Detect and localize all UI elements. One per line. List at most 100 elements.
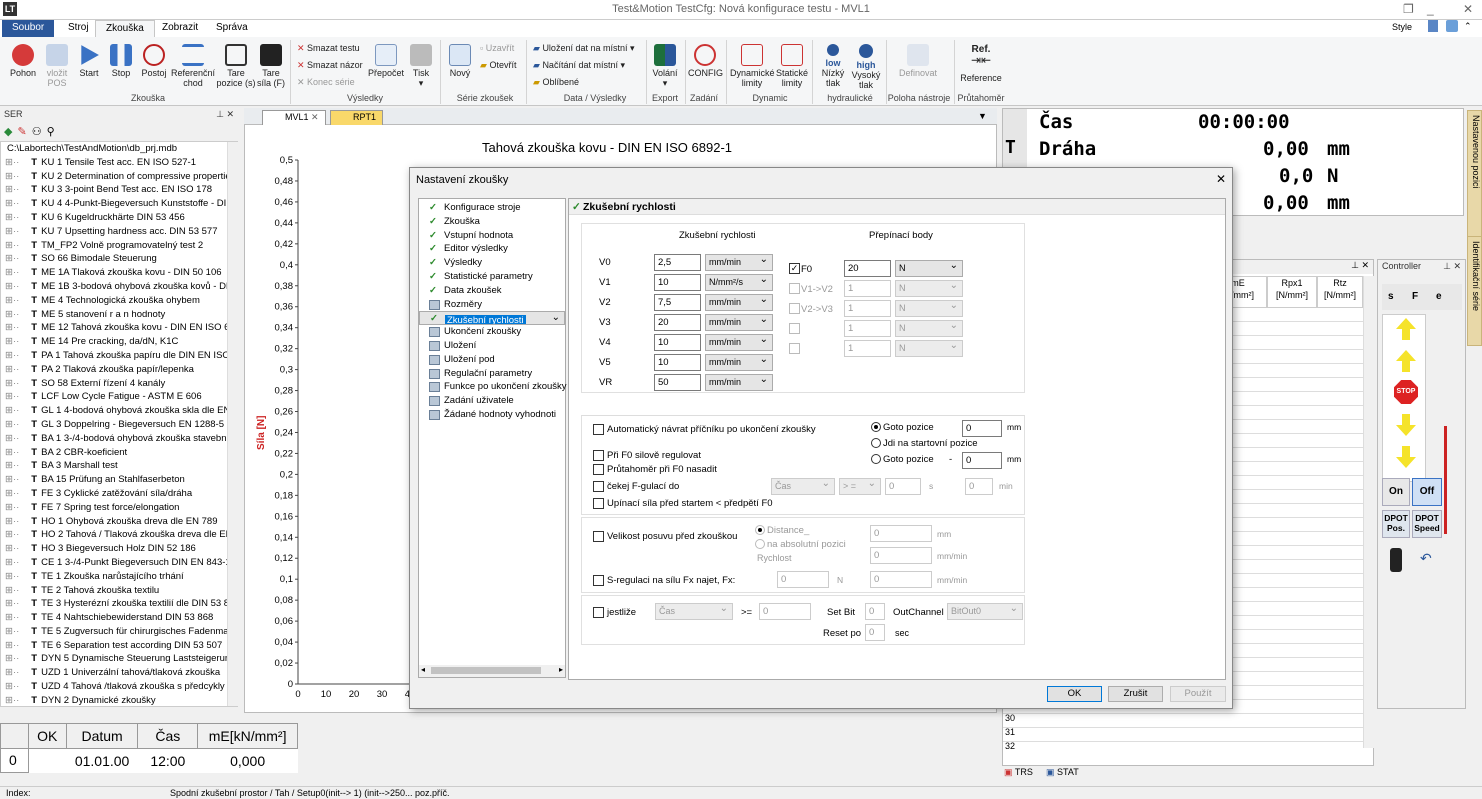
clamp-checkbox[interactable] [593,498,604,509]
apply-button[interactable]: Použít [1170,686,1226,702]
ser-tree-item[interactable]: ⊞·· T ME 12 Tahová zkouška kovu - DIN EN I… [1,321,237,335]
ser-tree-item[interactable]: ⊞·· T GL 1 4-bodová ohybová zkouška skla d… [1,404,237,418]
goto-radio-1[interactable] [871,422,881,432]
close-window-icon[interactable]: ✕ [1463,2,1473,16]
switch-checkbox[interactable] [789,343,800,354]
speed-input[interactable]: 10 [654,334,701,351]
ser-tree-item[interactable]: ⊞·· T ME 1B 3-bodová ohybová zkouška kovů … [1,280,237,294]
f0-reg-checkbox[interactable] [593,450,604,461]
tisk-button[interactable]: Tisk ▾ [408,44,434,88]
nav-item[interactable]: ✓ Data zkoušek [419,284,565,298]
nav-item[interactable]: Funkce po ukončení zkoušky [419,380,567,394]
sreg-checkbox[interactable] [593,575,604,586]
ser-tree-item[interactable]: ⊞·· T DYN 2 Dynamické zkoušky [1,694,237,706]
ser-scrollbar[interactable] [227,142,238,706]
ser-tree-item[interactable]: ⊞·· T KU 4 4-Punkt-Biegeversuch Kunststoff… [1,197,237,211]
minimize-icon[interactable]: _ [1427,2,1434,16]
help-icon[interactable] [1428,20,1438,32]
switch-input[interactable]: 1 [844,320,891,337]
ser-tree-item[interactable]: ⊞·· T HO 3 Biegeversuch Holz DIN 52 186 [1,542,237,556]
postoj-button[interactable]: Postoj [139,44,169,78]
smazat-nazor-button[interactable]: ✕ Smazat názor [297,60,363,71]
nav-item[interactable]: ✓ Zkušební rychlosti [419,311,565,326]
speed-input[interactable]: 10 [654,274,701,291]
on-button[interactable]: On [1382,478,1410,506]
ser-tree-item[interactable]: ⊞·· T TE 6 Separation test according DIN 5… [1,639,237,653]
ser-tree-item[interactable]: ⊞·· T SO 66 Bimodale Steuerung [1,252,237,266]
ser-tree-item[interactable]: ⊞·· T TE 5 Zugversuch für chirurgisches Fa… [1,625,237,639]
speed-unit-select[interactable]: mm/min [705,354,773,371]
distance-radio[interactable] [755,525,765,535]
goto-radio-2[interactable] [871,454,881,464]
ser-tree-item[interactable]: ⊞·· T TE 4 Nahtschiebewiderstand DIN 53 86… [1,611,237,625]
style-menu[interactable]: Style [1392,22,1412,32]
switch-checkbox[interactable] [789,303,800,314]
reference-button[interactable]: Ref. ⇥⇤ Reference [958,45,1004,84]
nav-item[interactable]: Uložení [419,339,565,353]
ser-tree-item[interactable]: ⊞·· T SO 58 Externí řízení 4 kanály [1,377,237,391]
nav-item[interactable]: ✓ Statistické parametry [419,270,565,284]
ser-tree-item[interactable]: ⊞·· T CE 1 3-/4-Punkt Biegeversuch DIN EN … [1,556,237,570]
switch-input[interactable]: 1 [844,280,891,297]
traffic-light-icon[interactable] [1390,548,1402,572]
ser-tree-item[interactable]: ⊞·· T TE 3 Hysterézní zkouška textilií dle… [1,597,237,611]
cancel-button[interactable]: Zrušit [1108,686,1163,702]
uzavrit-button[interactable]: ▫ Uzavřít [480,43,514,53]
ser-add-icon[interactable]: ◆ [4,126,17,138]
pretravel-speed-input[interactable]: 0 [870,547,932,564]
ser-users-icon[interactable]: ⚇ [32,126,47,138]
switch-unit-select[interactable]: N [895,280,963,297]
ser-search-icon[interactable]: ⚲ [47,126,60,138]
nav-item[interactable]: Žádané hodnoty vyhodnoti [419,408,565,422]
mode-f[interactable]: F [1412,291,1418,302]
doc-tab-menu-icon[interactable]: ▼ [978,111,987,121]
goto-input-2[interactable]: 0 [962,452,1002,469]
stop-button[interactable]: Stop [106,44,136,78]
ser-tree-item[interactable]: ⊞·· T HO 1 Ohybová zkouška dreva dle EN 78… [1,515,237,529]
nav-item[interactable]: ✓ Editor výsledky [419,242,565,256]
speed-unit-select[interactable]: mm/min [705,314,773,331]
dialog-close-icon[interactable]: ✕ [1216,172,1226,186]
auto-return-checkbox[interactable] [593,424,604,435]
ser-tree-item[interactable]: ⊞·· T PA 2 Tlaková zkouška papír/lepenka [1,363,237,377]
tab-stat[interactable]: ▣ STAT [1046,767,1079,778]
speed-input[interactable]: 2,5 [654,254,701,271]
speed-unit-select[interactable]: mm/min [705,334,773,351]
switch-input[interactable]: 1 [844,300,891,317]
speed-unit-select[interactable]: mm/min [705,374,773,391]
extenso-checkbox[interactable] [593,464,604,475]
staticke-limity-button[interactable]: Statické limity [775,44,809,88]
ser-tree-item[interactable]: ⊞·· T KU 1 Tensile Test acc. EN ISO 527-1 [1,156,237,170]
nav-hscroll[interactable]: ◂ ▸ [419,665,565,677]
ser-tree-item[interactable]: ⊞·· T FE 3 Cyklické zatěžování síla/dráha [1,487,237,501]
if-value-input[interactable]: 0 [759,603,811,620]
ser-tree-item[interactable]: ⊞·· T KU 3 3-point Bend Test acc. EN ISO 1… [1,183,237,197]
off-button[interactable]: Off [1412,478,1442,506]
ser-tree-item[interactable]: ⊞·· T UZD 1 Univerzální tahová/tlaková zko… [1,666,237,680]
if-select[interactable]: Čas [655,603,733,620]
volani-button[interactable]: Volání ▾ [650,44,680,88]
start-pos-radio[interactable] [871,438,881,448]
ser-tree-item[interactable]: ⊞·· T BA 1 3-/4-bodová ohybová zkouška sta… [1,432,237,446]
ser-tree-item[interactable]: ⊞·· T HO 2 Tahová / Tlaková zkouška dreva … [1,528,237,542]
tare-sila-button[interactable]: Tare síla (F) [256,44,286,88]
ser-tools-icon[interactable]: ✎ [17,126,31,138]
ulozeni-dat-button[interactable]: ▰ Uložení dat na místní ▾ [533,43,635,54]
results-scrollbar[interactable] [1363,276,1374,748]
ser-tree-item[interactable]: ⊞·· T TM_FP2 Volně programovatelný test 2 [1,239,237,253]
sreg-input[interactable]: 0 [777,571,829,588]
speed-input[interactable]: 20 [654,314,701,331]
wait-select-2[interactable]: > = [839,478,881,495]
switch-input[interactable]: 20 [844,260,891,277]
side-tab-identifikace[interactable]: Identifikační série [1467,236,1482,346]
ser-tree-item[interactable]: ⊞·· T LCF Low Cycle Fatigue - ASTM E 606 [1,390,237,404]
nav-item[interactable]: Rozměry [419,298,565,312]
switch-checkbox[interactable] [789,283,800,294]
oblibene-button[interactable]: ▰ Oblíbené [533,77,579,88]
side-tab-pozice[interactable]: Nastavenou pozici [1467,110,1482,238]
ser-tree-item[interactable]: ⊞·· T KU 7 Upsetting hardness acc. DIN 53 … [1,225,237,239]
outchannel-select[interactable]: BitOut0 [947,603,1023,620]
ser-tree-item[interactable]: ⊞·· T BA 2 CBR-koeficient [1,446,237,460]
konec-serie-button[interactable]: ✕ Konec série [297,77,355,88]
speed-input[interactable]: 50 [654,374,701,391]
